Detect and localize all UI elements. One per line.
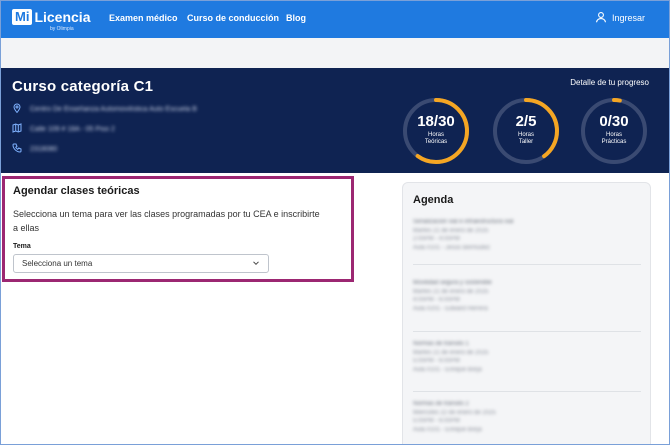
logo[interactable]: Mi Licencia by Olimpia [12,9,91,32]
topic-select[interactable]: Selecciona un tema [13,254,269,273]
gauge-teoricas-ring [403,98,469,164]
schedule-title: Agendar clases teóricas [13,185,140,197]
phone-row: 2318080 [12,140,57,158]
gauge-taller: 2/5 Horas Taller [491,96,561,166]
agenda-divider [413,391,641,392]
school-phone: 2318080 [30,145,58,153]
chevron-down-icon [252,259,260,269]
nav-link-curso-conduccion[interactable]: Curso de conducción [187,13,279,23]
gauge-teoricas-label: Horas Teóricas [424,132,448,145]
nav-link-blog[interactable]: Blog [286,13,306,23]
course-header: Curso categoría C1 Centro De Enseñanza A… [1,68,669,173]
agenda-item[interactable]: Señalización vial e infraestructura vial… [413,218,641,252]
gauge-taller-value: 2/5 [515,113,537,130]
gauge-practicas-value: 0/30 [599,113,629,130]
top-nav: Mi Licencia by Olimpia Examen médico Cur… [1,1,669,38]
agenda-item[interactable]: Normas de tránsito 2 Miércoles 22 de ene… [413,400,641,434]
agenda-divider [413,264,641,265]
app-window: Mi Licencia by Olimpia Examen médico Cur… [0,0,670,445]
sub-header-band [1,38,669,68]
gauge-practicas-label: Horas Prácticas [601,132,627,145]
map-icon [12,120,22,138]
location-pin-icon [12,100,22,118]
login-button[interactable]: Ingresar [595,11,645,25]
gauge-practicas: 0/30 Horas Prácticas [579,96,649,166]
agenda-item[interactable]: Movilidad segura y sostenible Martes 21 … [413,279,641,313]
phone-icon [12,140,22,158]
address-row: Calle 109 # 18A - 05 Piso 2 [12,120,115,138]
schedule-theory-card: Agendar clases teóricas Selecciona un te… [2,176,354,282]
login-label: Ingresar [611,13,645,23]
user-icon [595,11,607,25]
agenda-item[interactable]: Normas de tránsito 1 Martes 21 de enero … [413,340,641,374]
logo-byline: by Olimpia [50,26,74,32]
gauge-teoricas-value: 18/30 [417,113,455,130]
school-name: Centro De Enseñanza Automovilística Auto… [30,105,197,113]
topic-label: Tema [13,243,31,250]
gauge-taller-ring [493,98,559,164]
schedule-description: Selecciona un tema para ver las clases p… [13,209,320,233]
agenda-divider [413,331,641,332]
topic-select-value: Selecciona un tema [22,259,93,268]
gauge-taller-label: Horas Taller [517,132,534,145]
logo-mark: Mi [12,9,33,25]
school-row: Centro De Enseñanza Automovilística Auto… [12,100,197,118]
progress-detail-link[interactable]: Detalle de tu progreso [570,78,649,87]
nav-link-examen-medico[interactable]: Examen médico [109,13,178,23]
gauge-teoricas: 18/30 Horas Teóricas [401,96,471,166]
agenda-title: Agenda [413,194,454,206]
logo-wordmark: Licencia [34,9,91,25]
school-address: Calle 109 # 18A - 05 Piso 2 [30,125,115,133]
agenda-panel: Agenda Señalización vial e infraestructu… [402,182,651,444]
gauge-practicas-ring [581,98,647,164]
course-title: Curso categoría C1 [12,78,154,95]
